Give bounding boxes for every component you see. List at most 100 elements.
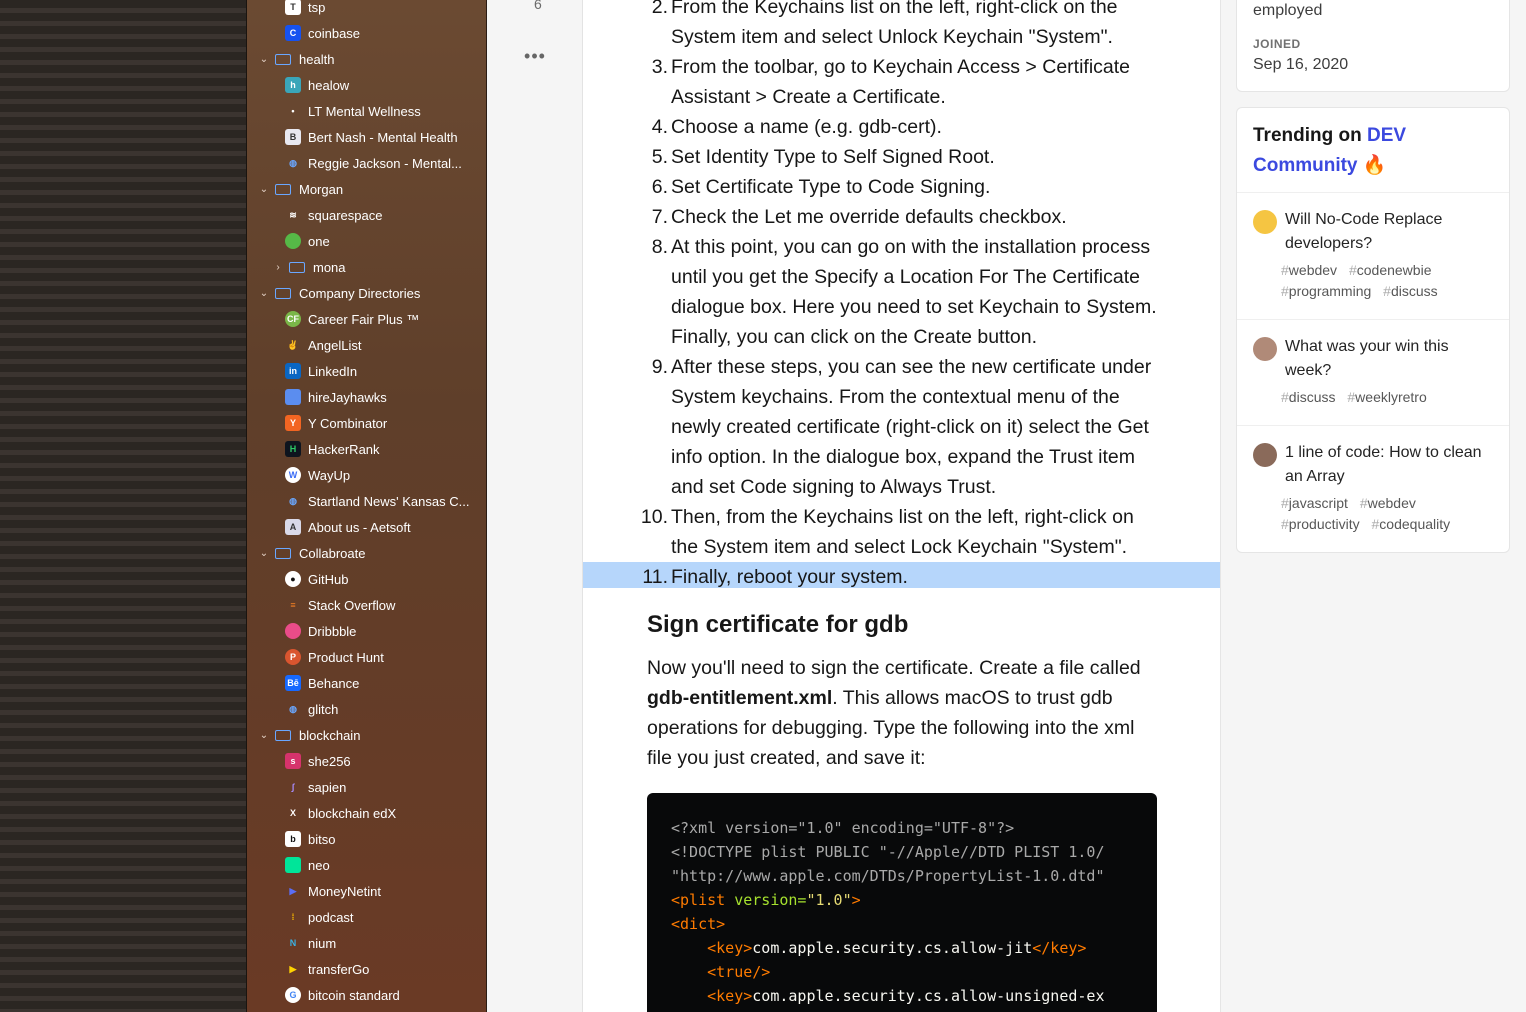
chevron-down-icon[interactable]: ⌄ [259,548,269,559]
bookmark-item[interactable]: Xblockchain edX [285,800,396,826]
bookmark-item[interactable]: Dribbble [285,618,356,644]
bookmark-item[interactable]: ▶ MoneyNetint [285,878,381,904]
behance-icon: Bē [285,675,301,691]
folder-icon [275,287,291,299]
bookmark-item[interactable]: neo [285,852,330,878]
code-token: <plist [671,891,726,909]
bookmark-folder[interactable]: ⌄ Company Directories [259,280,421,306]
bookmark-item[interactable]: ∫ sapien [285,774,347,800]
post-title-link[interactable]: What was your win this week? [1285,335,1495,383]
bookmark-item[interactable]: H HackerRank [285,436,380,462]
list-text: After these steps, you can see the new c… [671,356,1152,498]
list-item: 2. From the Keychains list on the left, r… [583,0,1220,52]
bookmark-label: Stack Overflow [308,597,396,613]
avatar [1253,443,1277,467]
chevron-down-icon[interactable]: ⌄ [259,288,269,299]
bookmark-label: health [299,51,335,67]
bookmark-item[interactable]: W WayUp [285,462,350,488]
bookmark-label: tsp [308,0,326,15]
bookmark-item[interactable]: hireJayhawks [285,384,387,410]
bookmark-item[interactable]: h healow [285,72,349,98]
bookmark-folder[interactable]: › mona [273,254,345,280]
bookmark-item[interactable]: ◍ glitch [285,696,338,722]
bookmark-folder[interactable]: ⌄ Collabroate [259,540,366,566]
healow-icon: h [285,77,301,93]
tag-link[interactable]: #webdev [1360,495,1416,511]
bookmark-label: podcast [308,909,354,925]
tag-link[interactable]: #codequality [1372,516,1451,532]
chevron-down-icon[interactable]: ⌄ [259,730,269,741]
bookmark-label: glitch [308,701,339,717]
more-options-button[interactable]: ••• [523,46,547,66]
bookmark-item[interactable]: in LinkedIn [285,358,357,384]
bookmark-item[interactable]: ◍ Startland News' Kansas C... [285,488,469,514]
bookmark-item[interactable]: ◍ Reggie Jackson - Mental... [285,150,462,176]
hirejayhawks-icon [285,389,301,405]
bookmark-item[interactable]: Gbitcoin standard [285,982,400,1008]
bookmark-label: bitcoin standard [308,987,400,1003]
bookmark-item[interactable]: ≋ squarespace [285,202,382,228]
podcast-icon: ⁞ [291,912,295,922]
bookmark-label: Company Directories [299,285,421,301]
bookmark-item[interactable]: ▶ transferGo [285,956,370,982]
chevron-right-icon[interactable]: › [273,262,283,273]
bookmark-item[interactable]: P Product Hunt [285,644,384,670]
list-number: 10. [640,506,668,528]
desktop-background [0,0,246,1012]
bookmark-item[interactable]: Bē Behance [285,670,359,696]
bookmark-item[interactable]: Ccoinbase [285,20,360,46]
tag-link[interactable]: #webdev [1281,262,1337,278]
chevron-down-icon[interactable]: ⌄ [259,54,269,65]
bookmark-item[interactable]: B Bert Nash - Mental Health [285,124,458,150]
bookmark-label: neo [308,857,330,873]
tag-link[interactable]: #discuss [1383,283,1437,299]
lt-mental-wellness-icon: • [291,106,295,116]
edx-icon: X [289,808,296,818]
bookmark-item[interactable]: b bitso [285,826,335,852]
bookmark-item[interactable]: • LT Mental Wellness [285,98,420,124]
bookmark-item[interactable]: Y Y Combinator [285,410,387,436]
tag-link[interactable]: #productivity [1281,516,1360,532]
bookmark-item[interactable]: CF Career Fair Plus ™ [285,306,419,332]
post-title-link[interactable]: 1 line of code: How to clean an Array [1285,441,1495,489]
tag-link[interactable]: #weeklyretro [1347,389,1426,405]
article-body: 2. From the Keychains list on the left, r… [583,0,1221,1012]
list-number: 11. [642,566,668,588]
bookmark-label: GitHub [308,571,349,587]
bookmark-item[interactable]: A About us - Aetsoft [285,514,411,540]
bookmark-folder[interactable]: ⌄ health [259,46,335,72]
tag-link[interactable]: #programming [1281,283,1371,299]
post-title-link[interactable]: Will No-Code Replace developers? [1285,208,1495,256]
code-block[interactable]: <?xml version="1.0" encoding="UTF-8"?> <… [647,793,1157,1012]
bookmark-label: HackerRank [308,441,380,457]
avatar [1253,210,1277,234]
bookmark-item[interactable]: ⁞ podcast [285,904,354,930]
bookmark-item[interactable]: ● GitHub [285,566,348,592]
bookmark-label: About us - Aetsoft [308,519,411,535]
list-item: 11. Finally, reboot your system. [583,562,1220,588]
bookmark-item[interactable]: Nnium [285,930,336,956]
bookmark-item[interactable]: one [285,228,330,254]
list-text: Finally, reboot your system. [671,566,908,588]
tag-link[interactable]: #codenewbie [1349,262,1432,278]
list-text: Check the Let me override defaults check… [671,206,1067,228]
hackerrank-icon: H [285,441,301,457]
fire-icon: 🔥 [1362,155,1387,176]
bookmark-folder[interactable]: ⌄ blockchain [259,722,361,748]
bookmark-folder[interactable]: ⌄ Morgan [259,176,343,202]
folder-icon [275,53,291,65]
product-hunt-icon: P [285,649,301,665]
bookmark-label: healow [308,77,350,93]
list-text: From the Keychains list on the left, rig… [671,0,1118,48]
bookmark-label: nium [308,935,337,951]
bookmark-item[interactable]: Ttsp [285,0,325,20]
bookmark-item[interactable]: ≡ Stack Overflow [285,592,395,618]
globe-icon: ◍ [289,495,297,506]
tag-link[interactable]: #javascript [1281,495,1348,511]
tag-link[interactable]: #discuss [1281,389,1335,405]
she256-icon: s [285,753,301,769]
globe-icon: ◍ [289,703,297,714]
chevron-down-icon[interactable]: ⌄ [259,184,269,195]
bookmark-item[interactable]: s she256 [285,748,351,774]
bookmark-item[interactable]: ✌ AngelList [285,332,361,358]
